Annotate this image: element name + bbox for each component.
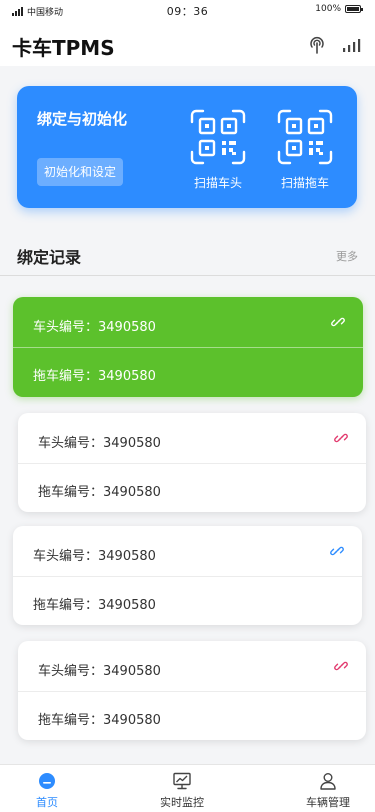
trailer-number: 拖车编号：3490580 <box>33 369 156 384</box>
battery-icon <box>345 5 363 13</box>
divider <box>18 691 366 692</box>
battery-percent: 100% <box>315 4 341 14</box>
head-number: 车头编号：3490580 <box>33 320 156 335</box>
head-number: 车头编号：3490580 <box>33 549 156 564</box>
antenna-icon[interactable] <box>307 34 327 54</box>
user-icon <box>320 773 336 790</box>
bind-init-card: 绑定与初始化 初始化和设定 扫描车头 扫描拖车 <box>17 86 357 208</box>
init-settings-button[interactable]: 初始化和设定 <box>37 158 124 186</box>
status-right: 100% <box>315 4 363 14</box>
head-number: 车头编号：3490580 <box>38 436 161 451</box>
record-card[interactable]: 车头编号：3490580 拖车编号：3490580 <box>13 526 362 625</box>
tab-home[interactable]: 首页 <box>2 771 92 810</box>
signal-icon[interactable] <box>341 34 361 54</box>
records-section-header: 绑定记录 更多 <box>0 232 375 276</box>
scan-trailer-label: 扫描拖车 <box>280 176 329 190</box>
tab-vehicle-management[interactable]: 车辆管理 <box>283 771 373 810</box>
page-title: 卡车TPMS <box>12 36 115 60</box>
status-bar: 中国移动 09：36 100% <box>0 0 375 22</box>
records-section-title: 绑定记录 <box>17 248 82 267</box>
divider <box>13 347 363 348</box>
home-icon <box>39 773 55 789</box>
bind-init-title: 绑定与初始化 <box>37 110 128 128</box>
divider <box>13 576 362 577</box>
app-header: 卡车TPMS <box>0 22 375 66</box>
scan-head-button[interactable]: 扫描车头 <box>183 108 253 191</box>
scan-head-label: 扫描车头 <box>193 176 242 190</box>
qr-code-icon <box>190 109 246 165</box>
tab-home-label: 首页 <box>36 796 58 809</box>
trailer-number: 拖车编号：3490580 <box>38 713 161 728</box>
link-icon[interactable] <box>331 315 345 329</box>
record-card[interactable]: 车头编号：3490580 拖车编号：3490580 <box>18 413 366 512</box>
head-number: 车头编号：3490580 <box>38 664 161 679</box>
monitor-icon <box>173 772 191 790</box>
link-icon[interactable] <box>334 659 348 673</box>
divider <box>18 463 366 464</box>
tab-monitor-label: 实时监控 <box>160 796 204 809</box>
tab-vehicle-label: 车辆管理 <box>306 796 350 809</box>
trailer-number: 拖车编号：3490580 <box>38 485 161 500</box>
trailer-number: 拖车编号：3490580 <box>33 598 156 613</box>
tab-monitor[interactable]: 实时监控 <box>137 771 227 810</box>
link-icon[interactable] <box>334 431 348 445</box>
qr-code-icon <box>277 109 333 165</box>
record-card[interactable]: 车头编号：3490580 拖车编号：3490580 <box>18 641 366 740</box>
scan-trailer-button[interactable]: 扫描拖车 <box>270 108 340 191</box>
link-icon[interactable] <box>330 544 344 558</box>
more-link[interactable]: 更多 <box>336 248 358 264</box>
record-card[interactable]: 车头编号：3490580 拖车编号：3490580 <box>13 297 363 397</box>
tab-bar: 首页 实时监控 车辆管理 <box>0 764 375 812</box>
